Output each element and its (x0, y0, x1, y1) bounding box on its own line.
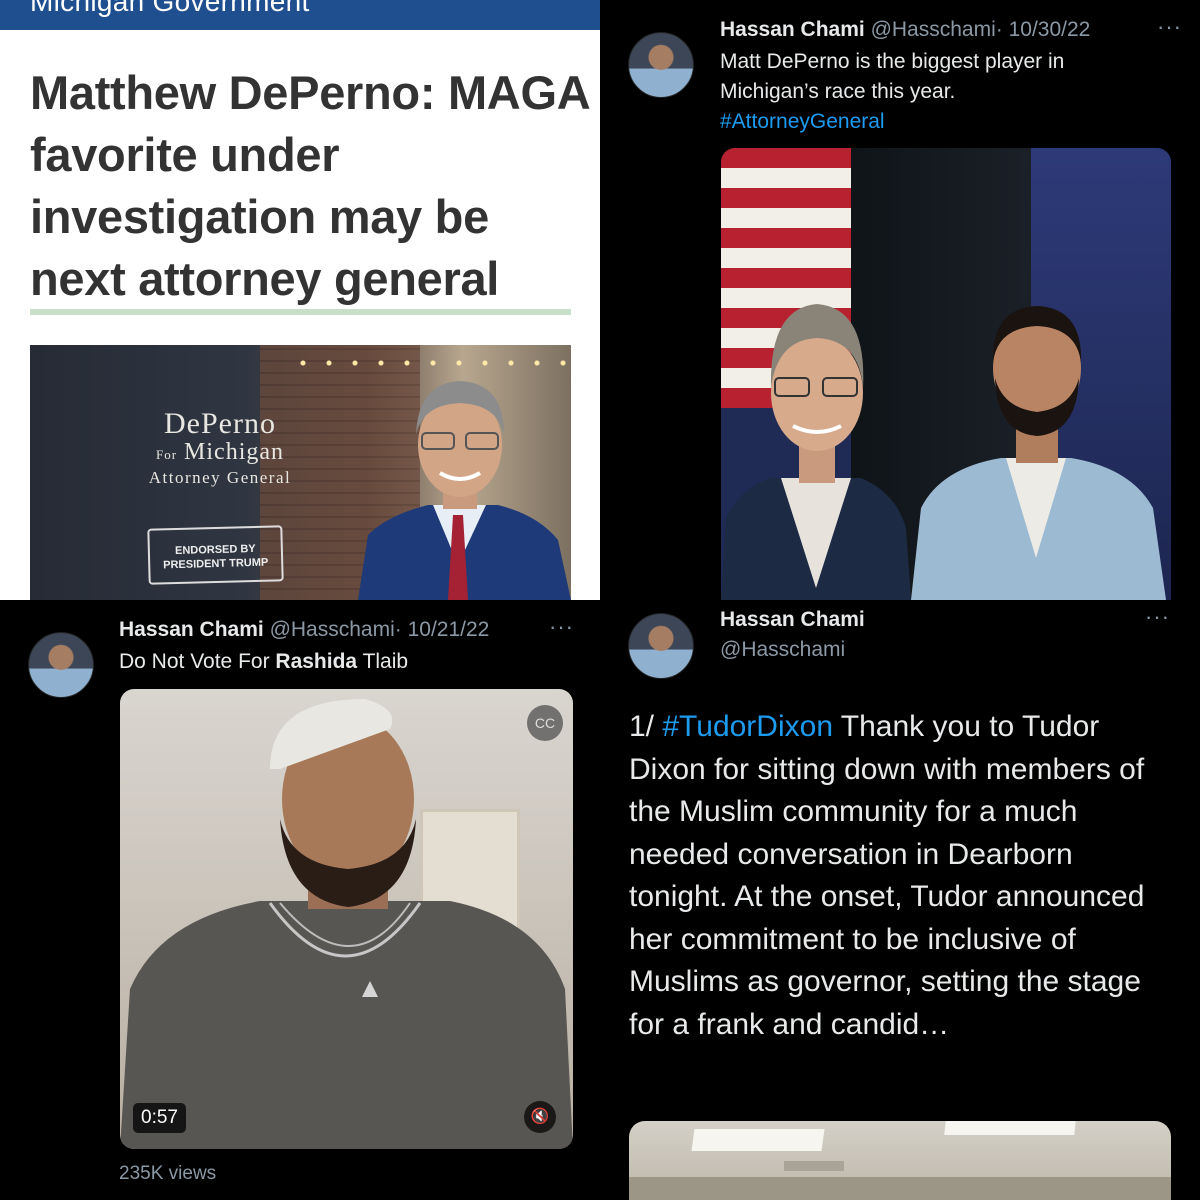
author-name[interactable]: Hassan Chami (119, 618, 264, 641)
tweet-text-line2: Michigan’s race this year. (720, 80, 956, 103)
tweet-date[interactable]: · 10/21/22 (395, 618, 490, 641)
tweet-photo[interactable] (629, 1121, 1171, 1200)
tweet-text: Do Not Vote For Rashida Tlaib (119, 648, 408, 676)
sign-line3: Attorney General (148, 468, 292, 487)
tweet-text: 1/ #TudorDixon Thank you to Tudor Dixon … (629, 706, 1179, 1046)
more-icon[interactable]: ··· (549, 614, 574, 640)
tweet-text: Matt DePerno is the biggest player in Mi… (720, 47, 1180, 137)
headline-underline (30, 309, 571, 315)
sign-line2-word: Michigan (184, 439, 285, 465)
tweet-text-before: Do Not Vote For (119, 650, 276, 673)
thread-number: 1/ (629, 710, 663, 743)
avatar[interactable] (28, 632, 94, 698)
tweet-date[interactable]: · 10/30/22 (996, 18, 1091, 41)
tweet-header: Hassan Chami @Hasschami· 10/30/22 (720, 18, 1090, 42)
video-player[interactable]: CC 0:57 🔇 (120, 689, 573, 1149)
tweet-tudor-dixon[interactable]: Hassan Chami @Hasschami ··· 1/ #TudorDix… (600, 600, 1200, 1200)
section-label[interactable]: Michigan Government (30, 0, 310, 18)
more-icon[interactable]: ··· (1157, 14, 1182, 40)
man-in-suit (721, 304, 911, 600)
man-in-denim-shirt (911, 306, 1166, 600)
more-icon[interactable]: ··· (1145, 604, 1170, 630)
sign-line2: For Michigan (90, 439, 350, 466)
ceiling-light (944, 1121, 1076, 1135)
sign-line1: DePerno (164, 407, 276, 440)
author-name[interactable]: Hassan Chami (720, 18, 865, 41)
tweet-photo[interactable] (721, 148, 1171, 600)
sign-line2-prefix: For (155, 447, 178, 462)
avatar[interactable] (628, 32, 694, 98)
author-handle[interactable]: @Hasschami (720, 638, 845, 662)
video-person (120, 699, 573, 1149)
ceiling-vent (784, 1161, 844, 1171)
ceiling-light (691, 1129, 825, 1151)
tweet-video[interactable]: Hassan Chami @Hasschami· 10/21/22 ··· Do… (0, 600, 600, 1200)
tweet-text-line1: Matt DePerno is the biggest player in (720, 50, 1065, 73)
tweet-header: Hassan Chami @Hasschami· 10/21/22 (119, 618, 489, 642)
captions-icon[interactable]: CC (527, 705, 563, 741)
room-wall (629, 1177, 1171, 1200)
article-hero-image[interactable]: DePerno For Michigan Attorney General EN… (30, 345, 571, 600)
mute-icon[interactable]: 🔇 (524, 1101, 556, 1133)
campaign-sign: DePerno For Michigan Attorney General (90, 407, 350, 488)
author-name[interactable]: Hassan Chami (720, 608, 865, 632)
author-handle[interactable]: @Hasschami (871, 18, 996, 41)
hashtag-link[interactable]: #TudorDixon (662, 710, 833, 743)
tweet-text-after: Tlaib (357, 650, 409, 673)
section-bar[interactable]: Michigan Government (0, 0, 600, 30)
tweet-body: Thank you to Tudor Dixon for sitting dow… (629, 710, 1145, 1041)
tweet-text-bold: Rashida (275, 650, 358, 673)
view-count: 235K views (119, 1163, 217, 1184)
hashtag-link[interactable]: #AttorneyGeneral (720, 107, 1180, 137)
endorsement-badge: ENDORSED BY PRESIDENT TRUMP (147, 525, 284, 585)
article-headline[interactable]: Matthew DePerno: MAGA favorite under inv… (30, 62, 590, 310)
badge-line2: PRESIDENT TRUMP (163, 556, 269, 572)
video-duration: 0:57 (133, 1103, 186, 1133)
tweet-deperno[interactable]: Hassan Chami @Hasschami· 10/30/22 ··· Ma… (600, 0, 1200, 600)
news-article: Michigan Government Matthew DePerno: MAG… (0, 0, 600, 600)
candidate-photo (358, 381, 571, 600)
avatar[interactable] (628, 613, 694, 679)
author-handle[interactable]: @Hasschami (270, 618, 395, 641)
